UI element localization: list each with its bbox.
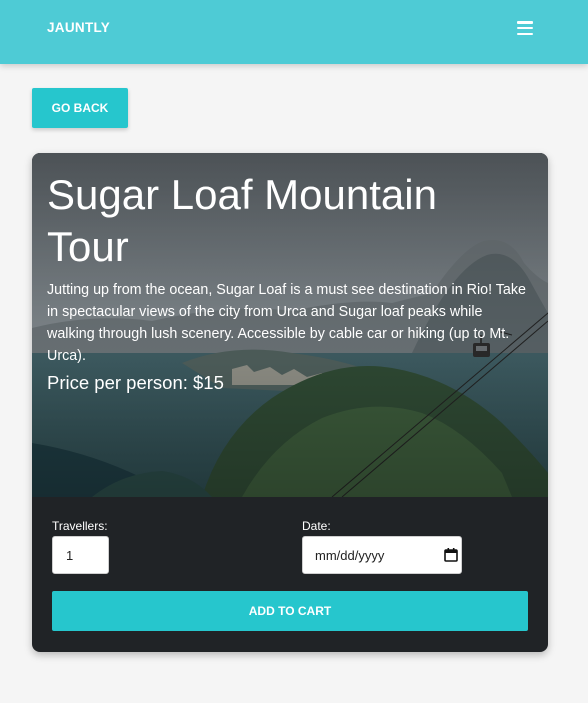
calendar-icon[interactable] [444,548,458,562]
date-input[interactable]: mm/dd/yyyy [302,536,462,574]
date-placeholder: mm/dd/yyyy [315,548,385,563]
tour-price: Price per person: $15 [47,372,224,393]
travellers-label: Travellers: [52,519,108,533]
tour-hero: Sugar Loaf Mountain Tour Jutting up from… [32,153,548,497]
hamburger-menu-icon[interactable] [517,21,533,35]
top-navbar: JAUNTLY [0,0,588,64]
add-to-cart-button[interactable]: ADD TO CART [52,591,528,631]
brand-logo[interactable]: JAUNTLY [47,20,110,35]
tour-description: Jutting up from the ocean, Sugar Loaf is… [47,282,526,364]
tour-title: Sugar Loaf Mountain Tour [47,171,437,270]
date-label: Date: [302,519,331,533]
go-back-button[interactable]: GO BACK [32,88,128,128]
travellers-input[interactable] [52,536,109,574]
tour-card: Sugar Loaf Mountain Tour Jutting up from… [32,153,548,652]
